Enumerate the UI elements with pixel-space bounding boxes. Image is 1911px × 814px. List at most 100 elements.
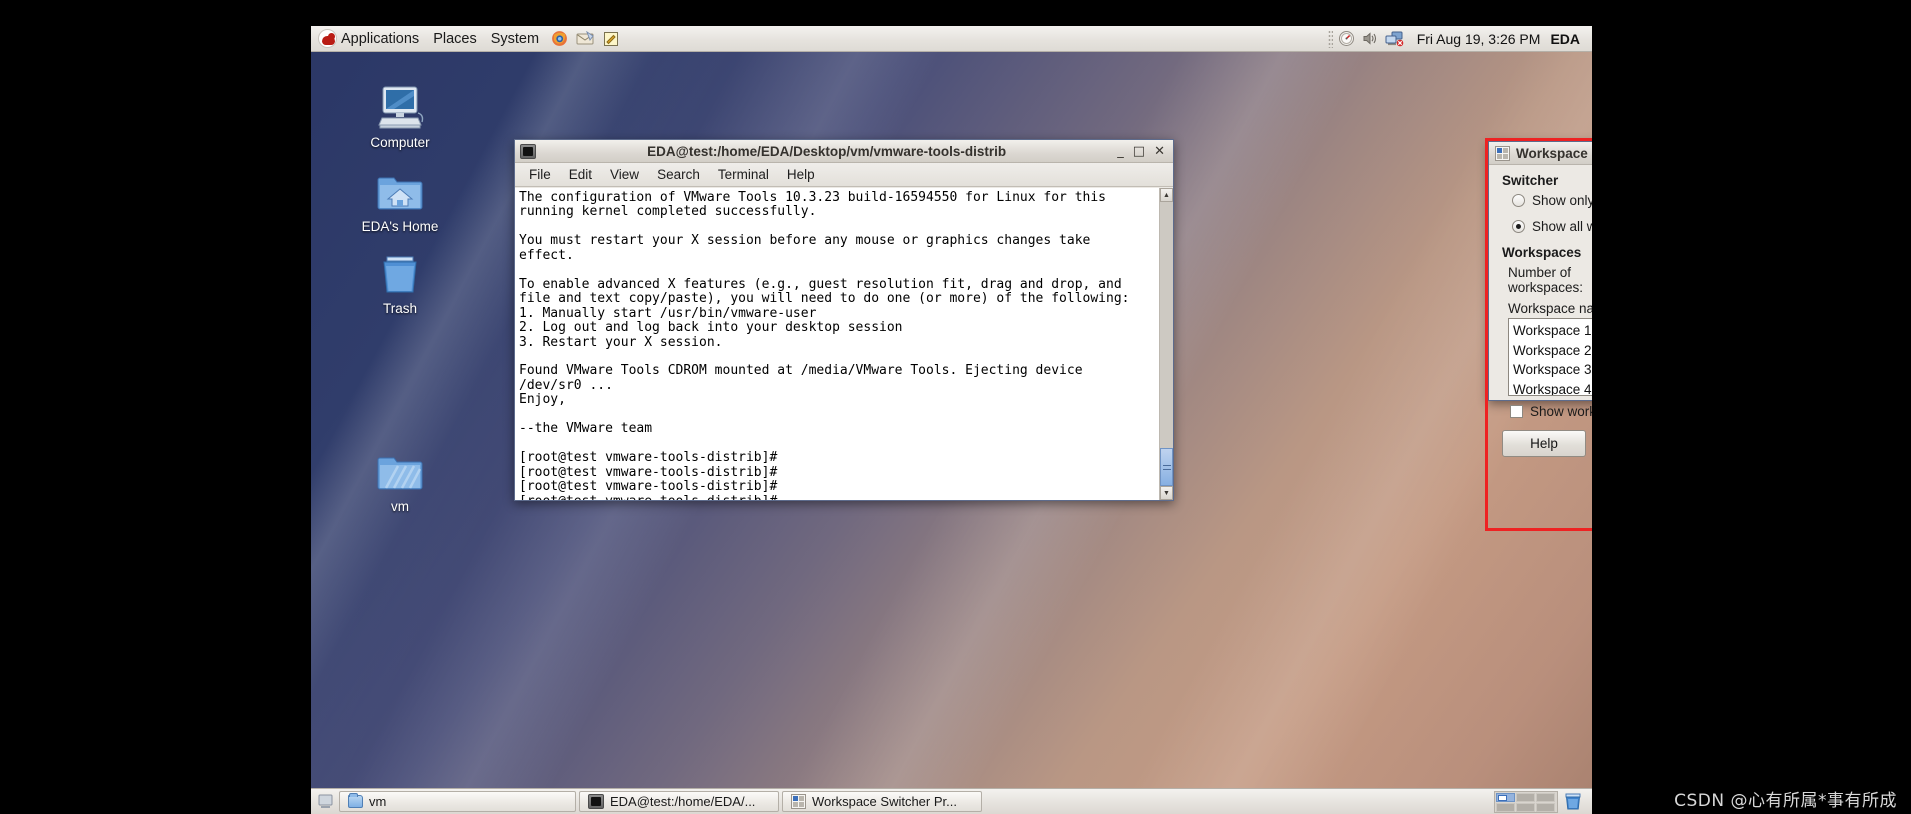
redhat-logo-icon — [318, 29, 337, 48]
desktop-icon-trash[interactable]: Trash — [346, 250, 454, 317]
workspace-cell-6[interactable] — [1536, 802, 1555, 812]
radio-show-current-label: Show only the current workspace — [1532, 193, 1592, 208]
desktop-icon-home[interactable]: EDA's Home — [346, 168, 454, 235]
taskbar-item-label: EDA@test:/home/EDA/... — [610, 794, 756, 809]
desktop-icon-label: vm — [391, 499, 409, 514]
applications-menu-label: Applications — [341, 30, 420, 47]
terminal-menu-view[interactable]: View — [603, 165, 646, 184]
applications-menu[interactable]: Applications — [311, 27, 426, 51]
firefox-icon — [551, 31, 567, 46]
network-tray-icon[interactable] — [1383, 27, 1407, 51]
evolution-mail-icon — [576, 31, 594, 45]
terminal-title: EDA@test:/home/EDA/Desktop/vm/vmware-too… — [647, 143, 1007, 159]
workspaces-section-heading: Workspaces — [1502, 245, 1582, 260]
list-item[interactable]: Workspace 2 — [1513, 341, 1592, 361]
terminal-menu-terminal[interactable]: Terminal — [711, 165, 776, 184]
radio-show-all-workspaces[interactable]: Show all workspaces in: ▲ ▼ rows — [1512, 216, 1592, 237]
terminal-window[interactable]: EDA@test:/home/EDA/Desktop/vm/vmware-too… — [514, 139, 1174, 501]
power-manager-icon — [1339, 31, 1355, 46]
places-menu-label: Places — [433, 30, 477, 47]
firefox-launcher[interactable] — [546, 27, 572, 51]
terminal-scrollbar[interactable]: ▲ ▼ — [1159, 188, 1173, 500]
terminal-output[interactable]: The configuration of VMware Tools 10.3.2… — [515, 188, 1159, 500]
system-menu[interactable]: System — [484, 27, 546, 51]
help-button[interactable]: Help — [1502, 430, 1586, 457]
trash-icon — [1565, 793, 1581, 809]
text-editor-launcher[interactable] — [598, 27, 624, 51]
volume-tray-icon[interactable] — [1359, 27, 1383, 51]
network-disconnected-icon — [1385, 31, 1404, 46]
terminal-maximize-button[interactable]: □ — [1133, 145, 1145, 158]
workspace-cell-5[interactable] — [1516, 802, 1535, 812]
terminal-icon — [520, 143, 536, 159]
trash-applet[interactable] — [1563, 791, 1585, 813]
workspace-cell-2[interactable] — [1516, 792, 1535, 802]
terminal-scroll-track[interactable] — [1160, 202, 1173, 486]
desktop-icon-computer[interactable]: Computer — [346, 84, 454, 151]
switcher-section-heading: Switcher — [1502, 173, 1559, 188]
number-of-workspaces-row: Number of workspaces: ▲ ▼ — [1508, 265, 1592, 295]
folder-icon — [348, 793, 363, 808]
workspace-switcher-icon — [791, 794, 806, 809]
terminal-menu-help[interactable]: Help — [780, 165, 822, 184]
screen-root: Applications Places System Fri Aug 19, 3… — [0, 0, 1911, 814]
taskbar-item-workspace-prefs[interactable]: Workspace Switcher Pr... — [782, 791, 982, 812]
desktop-icon-label: EDA's Home — [361, 219, 439, 234]
workspace-switcher-applet[interactable] — [1494, 790, 1558, 813]
prefs-button-row: Help Close — [1502, 430, 1592, 457]
checkbox-show-workspace-names[interactable]: Show workspace names in switcher — [1510, 404, 1592, 419]
taskbar-item-vm[interactable]: vm — [339, 791, 576, 812]
radio-icon-selected[interactable] — [1512, 220, 1525, 233]
computer-icon — [378, 86, 424, 129]
show-desktop-icon — [318, 794, 332, 808]
home-folder-icon — [377, 177, 423, 210]
watermark: CSDN @心有所属*事有所成 — [1674, 791, 1897, 811]
bottom-panel: vm EDA@test:/home/EDA/... Workspace Swit… — [311, 788, 1592, 814]
terminal-titlebar[interactable]: EDA@test:/home/EDA/Desktop/vm/vmware-too… — [515, 140, 1173, 163]
workspace-switcher-preferences-window[interactable]: Workspace Switcher Preferences _ ✕ Switc… — [1488, 141, 1592, 457]
volume-icon — [1363, 32, 1377, 45]
terminal-body[interactable]: The configuration of VMware Tools 10.3.2… — [515, 188, 1173, 500]
terminal-icon — [588, 794, 604, 809]
desktop-icon-label: Trash — [382, 301, 417, 316]
list-item[interactable]: Workspace 3 — [1513, 360, 1592, 380]
workspace-cell-4[interactable] — [1496, 802, 1515, 812]
desktop-icon-label: Computer — [370, 135, 430, 150]
checkbox-show-names-label: Show workspace names in switcher — [1530, 404, 1592, 419]
scroll-down-icon[interactable]: ▼ — [1160, 486, 1173, 500]
show-desktop-button[interactable] — [314, 791, 336, 813]
terminal-menu-search[interactable]: Search — [650, 165, 707, 184]
number-of-workspaces-label: Number of workspaces: — [1508, 265, 1584, 295]
workspace-cell-3[interactable] — [1536, 792, 1555, 802]
radio-icon[interactable] — [1512, 194, 1525, 207]
list-item[interactable]: Workspace 1 — [1513, 321, 1592, 341]
terminal-minimize-button[interactable]: _ — [1117, 145, 1124, 158]
places-menu[interactable]: Places — [426, 27, 484, 51]
top-panel: Applications Places System Fri Aug 19, 3… — [311, 26, 1592, 52]
checkbox-icon[interactable] — [1510, 405, 1523, 418]
power-manager-tray-icon[interactable] — [1335, 27, 1359, 51]
scroll-up-icon[interactable]: ▲ — [1160, 188, 1173, 202]
current-user-label[interactable]: EDA — [1550, 31, 1592, 47]
taskbar-item-label: vm — [369, 794, 387, 809]
workspace-names-listbox[interactable]: Workspace 1 Workspace 2 Workspace 3 Work… — [1508, 318, 1592, 396]
workspace-names-label: Workspace names: — [1508, 301, 1592, 316]
terminal-scroll-thumb[interactable] — [1160, 448, 1173, 486]
workspace-cell-1[interactable] — [1496, 792, 1515, 802]
terminal-close-button[interactable]: ✕ — [1154, 145, 1165, 158]
email-launcher[interactable] — [572, 27, 598, 51]
taskbar-item-terminal[interactable]: EDA@test:/home/EDA/... — [579, 791, 779, 812]
vm-guest-viewport: Applications Places System Fri Aug 19, 3… — [311, 26, 1592, 814]
folder-icon — [377, 457, 423, 490]
list-item[interactable]: Workspace 4 — [1513, 380, 1592, 396]
prefs-titlebar[interactable]: Workspace Switcher Preferences _ ✕ — [1489, 142, 1592, 165]
radio-show-current-workspace[interactable]: Show only the current workspace — [1512, 193, 1592, 208]
terminal-menu-edit[interactable]: Edit — [562, 165, 599, 184]
terminal-menu-file[interactable]: File — [522, 165, 558, 184]
radio-show-all-label: Show all workspaces in: — [1532, 219, 1592, 234]
desktop-icon-vm[interactable]: vm — [346, 448, 454, 515]
workspace-names-items[interactable]: Workspace 1 Workspace 2 Workspace 3 Work… — [1509, 319, 1592, 395]
taskbar-item-label: Workspace Switcher Pr... — [812, 794, 957, 809]
clock[interactable]: Fri Aug 19, 3:26 PM — [1407, 31, 1551, 47]
trash-icon — [383, 256, 417, 293]
